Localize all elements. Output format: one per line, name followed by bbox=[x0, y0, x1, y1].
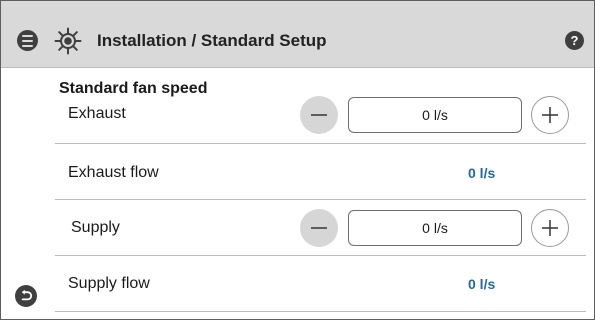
section-title: Standard fan speed bbox=[59, 80, 208, 97]
exhaust-label: Exhaust bbox=[68, 105, 126, 122]
minus-icon bbox=[311, 227, 327, 229]
gear-icon[interactable] bbox=[54, 27, 82, 55]
menu-icon[interactable] bbox=[17, 30, 38, 51]
exhaust-speed-field[interactable] bbox=[348, 97, 522, 133]
supply-speed-field[interactable] bbox=[348, 210, 522, 246]
supply-increase-button[interactable] bbox=[531, 209, 569, 247]
plus-icon bbox=[542, 107, 558, 123]
help-icon[interactable]: ? bbox=[565, 31, 584, 50]
setup-screen: Installation / Standard Setup ? Standard… bbox=[0, 0, 595, 320]
divider bbox=[55, 199, 586, 200]
exhaust-increase-button[interactable] bbox=[531, 96, 569, 134]
exhaust-flow-label: Exhaust flow bbox=[68, 164, 159, 181]
divider bbox=[55, 143, 586, 144]
back-icon[interactable] bbox=[15, 285, 37, 307]
header-bar: Installation / Standard Setup ? bbox=[1, 1, 594, 68]
divider bbox=[55, 311, 586, 312]
exhaust-decrease-button[interactable] bbox=[300, 96, 338, 134]
plus-icon bbox=[542, 220, 558, 236]
supply-label: Supply bbox=[71, 219, 120, 236]
minus-icon bbox=[311, 114, 327, 116]
supply-flow-label: Supply flow bbox=[68, 275, 150, 292]
supply-decrease-button[interactable] bbox=[300, 209, 338, 247]
supply-flow-value: 0 l/s bbox=[468, 276, 496, 292]
divider bbox=[55, 255, 586, 256]
page-title: Installation / Standard Setup bbox=[97, 31, 327, 50]
exhaust-flow-value: 0 l/s bbox=[468, 165, 496, 181]
